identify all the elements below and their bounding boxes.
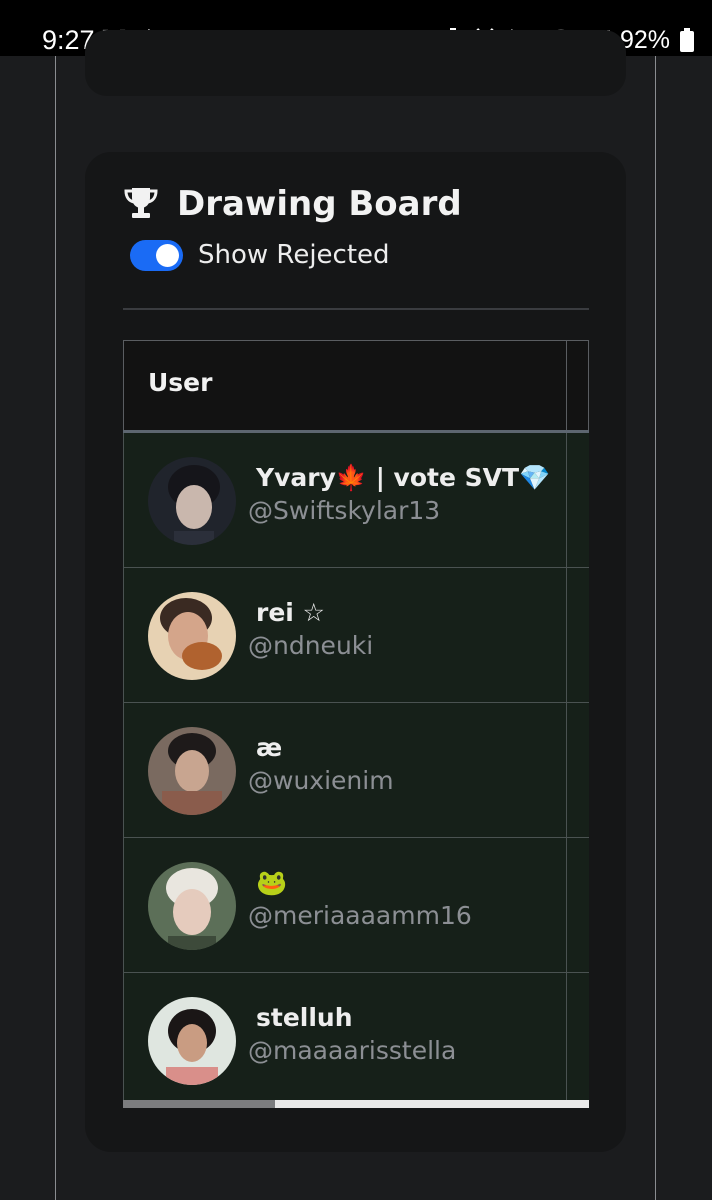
table-row[interactable]: stelluh @maaaarisstella [123,973,589,1108]
user-handle[interactable]: @Swiftskylar13 [248,495,440,527]
avatar[interactable] [148,457,236,545]
battery-percent: 92% [619,26,670,54]
table-body: Yvary🍁 | vote SVT💎 @Swiftskylar13 rei ☆ … [123,433,589,1108]
toggle-knob [156,244,179,267]
show-rejected-label[interactable]: Show Rejected [198,240,390,271]
section-title: Drawing Board [177,184,462,224]
column-divider [566,703,567,837]
user-name: rei ☆ [256,598,325,627]
table-row[interactable]: æ @wuxienim [123,703,589,838]
previous-card [85,30,626,96]
avatar[interactable] [148,862,236,950]
table-header: User [123,340,589,432]
user-handle[interactable]: @wuxienim [248,765,394,797]
column-divider [566,838,567,972]
show-rejected-toggle[interactable] [130,240,183,271]
user-name: Yvary🍁 | vote SVT💎 [256,463,551,492]
horizontal-scrollbar[interactable] [123,1100,589,1108]
column-divider [566,433,567,567]
table-row[interactable]: rei ☆ @ndneuki [123,568,589,703]
user-handle[interactable]: @maaaarisstella [248,1035,456,1067]
trophy-icon [124,188,158,218]
column-divider [566,568,567,702]
avatar[interactable] [148,592,236,680]
scrollbar-thumb[interactable] [123,1100,275,1108]
column-divider [566,341,567,432]
table-row[interactable]: 🐸 @meriaaaamm16 [123,838,589,973]
column-divider [566,973,567,1107]
avatar[interactable] [148,997,236,1085]
avatar[interactable] [148,727,236,815]
page-border-right [655,56,656,1200]
user-name: 🐸 [256,868,288,897]
column-header-user[interactable]: User [148,368,212,397]
page-border-left [55,56,56,1200]
users-table[interactable]: User Yvary🍁 | vote SVT💎 @Swiftskylar13 r… [123,340,589,1108]
section-divider [123,308,589,310]
user-name: stelluh [256,1003,353,1032]
table-row[interactable]: Yvary🍁 | vote SVT💎 @Swiftskylar13 [123,433,589,568]
user-name: æ [256,733,283,762]
user-handle[interactable]: @ndneuki [248,630,373,662]
battery-icon [680,28,694,52]
user-handle[interactable]: @meriaaaamm16 [248,900,472,932]
